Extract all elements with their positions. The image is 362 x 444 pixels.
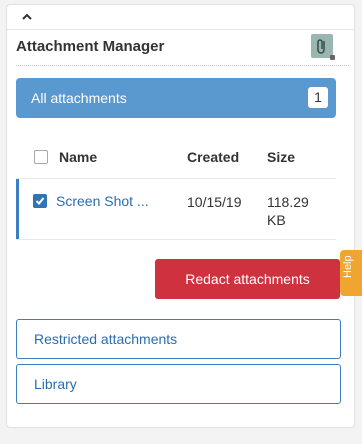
restricted-attachments-label: Restricted attachments [34, 331, 178, 347]
help-label: Help [342, 255, 354, 278]
column-header-name: Name [59, 149, 98, 165]
row-divider [16, 239, 336, 240]
all-attachments-label: All attachments [31, 90, 127, 106]
attachment-created-date: 10/15/19 [187, 194, 242, 210]
panel-title: Attachment Manager [16, 38, 165, 55]
all-attachments-bar[interactable]: All attachments 1 [16, 78, 336, 118]
select-all-checkbox[interactable] [34, 150, 48, 164]
attachment-file-link[interactable]: Screen Shot ... [56, 193, 149, 209]
row-checkbox[interactable] [33, 194, 47, 208]
divider [7, 29, 354, 30]
chevron-up-icon[interactable] [21, 12, 39, 26]
attachment-size-unit: KB [267, 212, 286, 228]
table-header: Name Created Size [16, 141, 336, 171]
restricted-attachments-button[interactable]: Restricted attachments [16, 319, 341, 359]
table-row: Screen Shot ... 10/15/19 118.29 KB [16, 179, 336, 239]
column-header-created: Created [187, 149, 240, 165]
redact-attachments-button[interactable]: Redact attachments [155, 259, 340, 299]
help-tab[interactable]: Help [340, 250, 362, 296]
header-divider [16, 65, 349, 66]
library-button[interactable]: Library [16, 364, 341, 404]
attachments-count-badge: 1 [308, 87, 328, 108]
paperclip-icon[interactable] [311, 34, 335, 60]
attachment-size-value: 118.29 [267, 194, 309, 210]
library-label: Library [34, 376, 77, 392]
column-header-size: Size [267, 149, 296, 165]
